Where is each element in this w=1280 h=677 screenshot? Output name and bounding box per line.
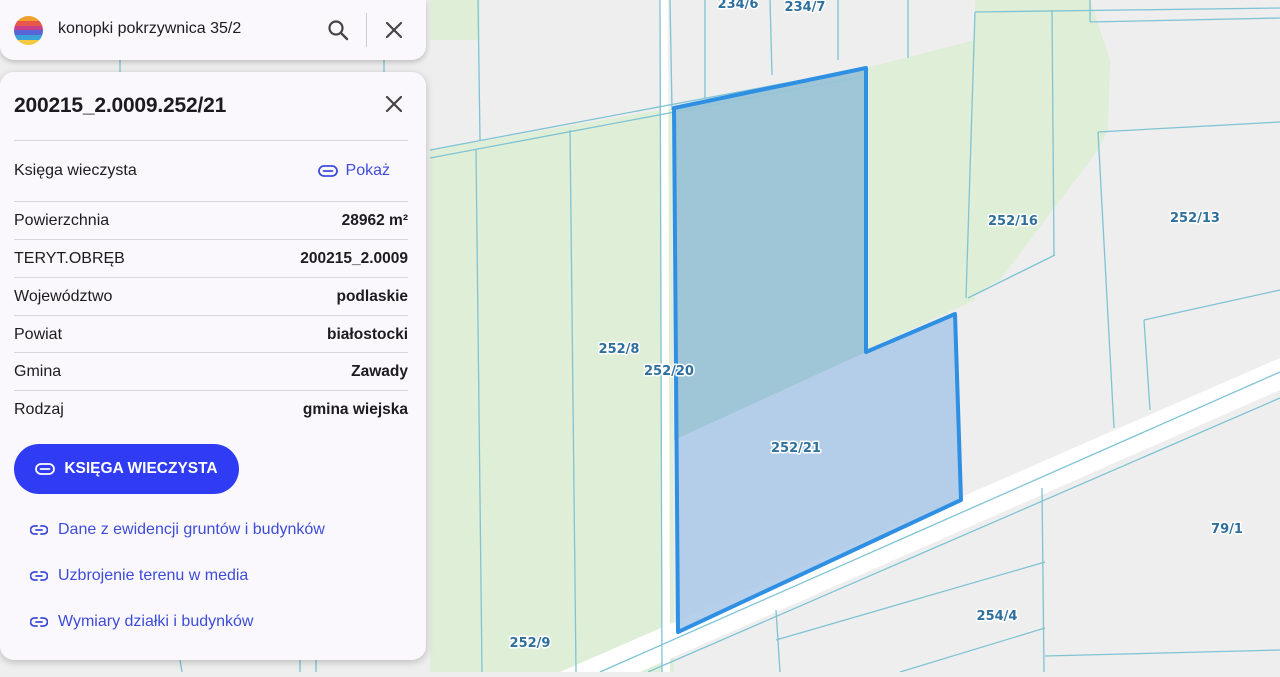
row-teryt-obreb: TERYT.OBRĘB 200215_2.0009 [14,239,408,277]
row-value: białostocki [327,325,408,343]
row-value: 28962 m² [341,211,408,229]
row-powiat: Powiat białostocki [14,315,408,353]
link-label: Wymiary działki i budynków [58,613,254,630]
link-icon [30,571,48,581]
attachment-icon [317,165,338,177]
row-label: TERYT.OBRĘB [14,249,125,267]
link-icon [30,525,48,535]
app-logo [14,16,43,45]
parcel-label[interactable]: 234/7 [783,0,827,17]
close-panel-button[interactable] [378,88,410,120]
row-label: Księga wieczysta [14,162,137,179]
parcel-label[interactable]: 252/13 [1169,210,1222,228]
link-label: Uzbrojenie terenu w media [58,567,249,584]
green-area-top [430,0,480,40]
parcel-label[interactable]: 252/20 [643,363,696,381]
link-dimensions[interactable]: Wymiary działki i budynków [30,613,253,631]
row-value: Zawady [351,362,408,380]
parcel-label[interactable]: 254/4 [975,608,1019,626]
attachment-icon [35,463,56,475]
close-icon [385,95,403,113]
parcel-label[interactable]: 252/16 [987,213,1040,231]
row-wojewodztwo: Województwo podlaskie [14,277,408,315]
link-icon [30,617,48,627]
land-register-button[interactable]: KSIĘGA WIECZYSTA [14,444,239,494]
row-label: Gmina [14,362,62,380]
row-ksiega-wieczysta: Księga wieczysta Pokaż [14,140,408,201]
row-value: podlaskie [336,287,409,305]
row-rodzaj: Rodzaj gmina wiejska [14,390,408,428]
row-label: Rodzaj [14,400,64,418]
row-label: Powierzchnia [14,211,110,229]
clear-search-button[interactable] [378,14,410,46]
search-bar[interactable]: konopki pokrzywnica 35/2 [0,0,426,60]
link-land-records[interactable]: Dane z ewidencji gruntów i budynków [30,521,325,539]
parcel-label-selected[interactable]: 252/21 [770,440,823,458]
show-link-label: Pokaż [345,162,390,179]
row-value: gmina wiejska [302,400,408,418]
parcel-info-panel: 200215_2.0009.252/21 Księga wieczysta Po… [0,72,426,660]
logo-stripe [14,40,43,45]
search-icon [328,20,349,41]
parcel-label[interactable]: 252/9 [508,635,552,653]
row-label: Powiat [14,325,63,343]
row-gmina: Gmina Zawady [14,352,408,390]
search-divider [366,13,367,47]
parcel-label[interactable]: 79/1 [1210,521,1245,539]
link-utilities[interactable]: Uzbrojenie terenu w media [30,567,248,585]
link-label: Dane z ewidencji gruntów i budynków [58,521,325,538]
parcel-label[interactable]: 252/8 [597,341,641,359]
parcel-label[interactable]: 234/6 [716,0,760,14]
green-area-mid [866,40,975,350]
close-icon [385,21,403,39]
row-value: 200215_2.0009 [300,249,408,267]
search-button[interactable] [322,14,354,46]
row-label: Województwo [14,287,113,305]
land-register-button-label: KSIĘGA WIECZYSTA [64,460,218,477]
show-land-register-link[interactable]: Pokaż [317,162,390,180]
search-input[interactable]: konopki pokrzywnica 35/2 [58,20,241,38]
parcel-title: 200215_2.0009.252/21 [14,94,227,117]
row-powierzchnia: Powierzchnia 28962 m² [14,201,408,239]
green-area-west [430,108,674,672]
